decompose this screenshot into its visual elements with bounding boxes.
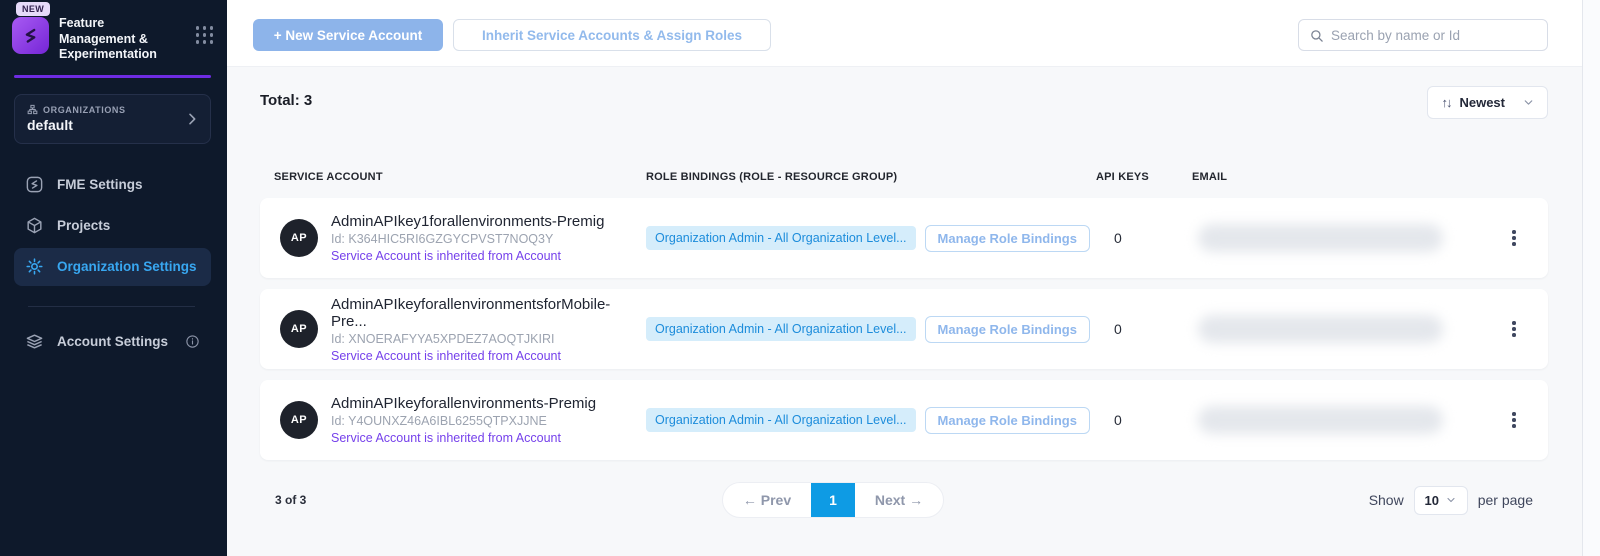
- per-page-label: per page: [1478, 492, 1533, 508]
- inherit-service-accounts-button[interactable]: Inherit Service Accounts & Assign Roles: [453, 19, 771, 51]
- row-count: 3 of 3: [275, 493, 306, 507]
- cube-icon: [25, 216, 44, 235]
- search-box: [1298, 19, 1548, 51]
- sidebar-item-label: Organization Settings: [57, 259, 197, 274]
- column-header-email: EMAIL: [1192, 171, 1492, 183]
- sort-dropdown[interactable]: ↑↓ Newest: [1427, 86, 1548, 119]
- org-tree-icon: [27, 104, 38, 115]
- api-keys-count: 0: [1096, 230, 1192, 246]
- search-icon: [1309, 28, 1324, 43]
- sidebar-item-label: FME Settings: [57, 177, 143, 192]
- organizations-label: ORGANIZATIONS: [43, 105, 126, 115]
- role-binding-badge: Organization Admin - All Organization Le…: [646, 226, 916, 250]
- table-row: AP AdminAPIkeyforallenvironmentsforMobil…: [260, 289, 1548, 369]
- info-icon[interactable]: [185, 334, 200, 349]
- sidebar: NEW Feature Management & Experimentation…: [0, 0, 227, 556]
- total-count: Total: 3: [260, 92, 312, 109]
- service-account-name: AdminAPIkeyforallenvironmentsforMobile-P…: [331, 296, 646, 330]
- sort-arrows-icon: ↑↓: [1441, 95, 1450, 110]
- app-logo-icon: [12, 17, 49, 54]
- brand-header: NEW Feature Management & Experimentation: [0, 0, 227, 73]
- column-header-service-account: SERVICE ACCOUNT: [260, 171, 646, 183]
- brand-underline: [14, 75, 211, 78]
- chevron-down-icon: [1445, 494, 1457, 506]
- service-account-name: AdminAPIkeyforallenvironments-Premig: [331, 395, 596, 412]
- pagination: ← Prev 1 Next →: [722, 482, 944, 518]
- app-title: Feature Management & Experimentation: [59, 16, 179, 63]
- page-size-value: 10: [1424, 493, 1438, 508]
- right-gutter: [1582, 0, 1600, 556]
- api-keys-count: 0: [1096, 321, 1192, 337]
- table-row: AP AdminAPIkey1forallenvironments-Premig…: [260, 198, 1548, 278]
- table-header-row: SERVICE ACCOUNT ROLE BINDINGS (ROLE - RE…: [260, 167, 1548, 187]
- avatar: AP: [280, 219, 318, 257]
- table-row: AP AdminAPIkeyforallenvironments-Premig …: [260, 380, 1548, 460]
- toolbar: + New Service Account Inherit Service Ac…: [227, 0, 1582, 67]
- sidebar-item-label: Projects: [57, 218, 110, 233]
- manage-role-bindings-button[interactable]: Manage Role Bindings: [925, 316, 1090, 343]
- service-account-id: Id: K364HIC5RI6GZGYCPVST7NOQ3Y: [331, 232, 604, 246]
- api-keys-count: 0: [1096, 412, 1192, 428]
- avatar: AP: [280, 401, 318, 439]
- sidebar-nav: FME Settings Projects Organization Setti…: [14, 166, 211, 361]
- sort-value: Newest: [1459, 95, 1513, 110]
- inherited-note: Service Account is inherited from Accoun…: [331, 249, 604, 263]
- sidebar-item-organization-settings[interactable]: Organization Settings: [14, 248, 211, 286]
- app-switcher-grid-icon[interactable]: [196, 26, 214, 44]
- kebab-menu-icon[interactable]: [1500, 224, 1528, 252]
- page-size-control: Show 10 per page: [1369, 482, 1533, 518]
- manage-role-bindings-button[interactable]: Manage Role Bindings: [925, 225, 1090, 252]
- chevron-down-icon: [1522, 96, 1535, 109]
- page-size-select[interactable]: 10: [1414, 486, 1468, 515]
- show-label: Show: [1369, 492, 1404, 508]
- sidebar-item-projects[interactable]: Projects: [14, 207, 211, 245]
- email-redacted: [1198, 224, 1443, 252]
- new-badge: NEW: [16, 2, 50, 16]
- organization-selector[interactable]: ORGANIZATIONS default: [14, 94, 211, 144]
- avatar: AP: [280, 310, 318, 348]
- organization-name: default: [27, 117, 184, 133]
- sidebar-item-label: Account Settings: [57, 334, 168, 349]
- service-account-id: Id: XNOERAFYYA5XPDEZ7AOQTJKIRI: [331, 332, 646, 346]
- search-input[interactable]: [1331, 28, 1537, 43]
- column-header-api-keys: API KEYS: [1096, 171, 1192, 183]
- main-content: Total: 3 ↑↓ Newest SERVICE ACCOUNT ROLE …: [227, 67, 1582, 556]
- new-service-account-button[interactable]: + New Service Account: [253, 19, 443, 51]
- inherited-note: Service Account is inherited from Accoun…: [331, 431, 596, 445]
- kebab-menu-icon[interactable]: [1500, 315, 1528, 343]
- service-account-id: Id: Y4OUNXZ46A6IBL6255QTPXJJNE: [331, 414, 596, 428]
- layers-icon: [25, 332, 44, 351]
- email-redacted: [1198, 315, 1443, 343]
- manage-role-bindings-button[interactable]: Manage Role Bindings: [925, 407, 1090, 434]
- service-account-name: AdminAPIkey1forallenvironments-Premig: [331, 213, 604, 230]
- sidebar-item-fme-settings[interactable]: FME Settings: [14, 166, 211, 204]
- kebab-menu-icon[interactable]: [1500, 406, 1528, 434]
- role-binding-badge: Organization Admin - All Organization Le…: [646, 408, 916, 432]
- email-redacted: [1198, 406, 1443, 434]
- split-logo-icon: [25, 175, 44, 194]
- inherited-note: Service Account is inherited from Accoun…: [331, 349, 646, 363]
- current-page-button[interactable]: 1: [811, 483, 855, 517]
- sidebar-item-account-settings[interactable]: Account Settings: [14, 323, 211, 361]
- sidebar-divider: [28, 306, 195, 307]
- chevron-right-icon[interactable]: [184, 111, 200, 127]
- next-page-button[interactable]: Next →: [855, 483, 943, 517]
- prev-page-button[interactable]: ← Prev: [723, 483, 811, 517]
- column-header-role-bindings: ROLE BINDINGS (ROLE - RESOURCE GROUP): [646, 171, 1096, 183]
- gear-icon: [25, 257, 44, 276]
- role-binding-badge: Organization Admin - All Organization Le…: [646, 317, 916, 341]
